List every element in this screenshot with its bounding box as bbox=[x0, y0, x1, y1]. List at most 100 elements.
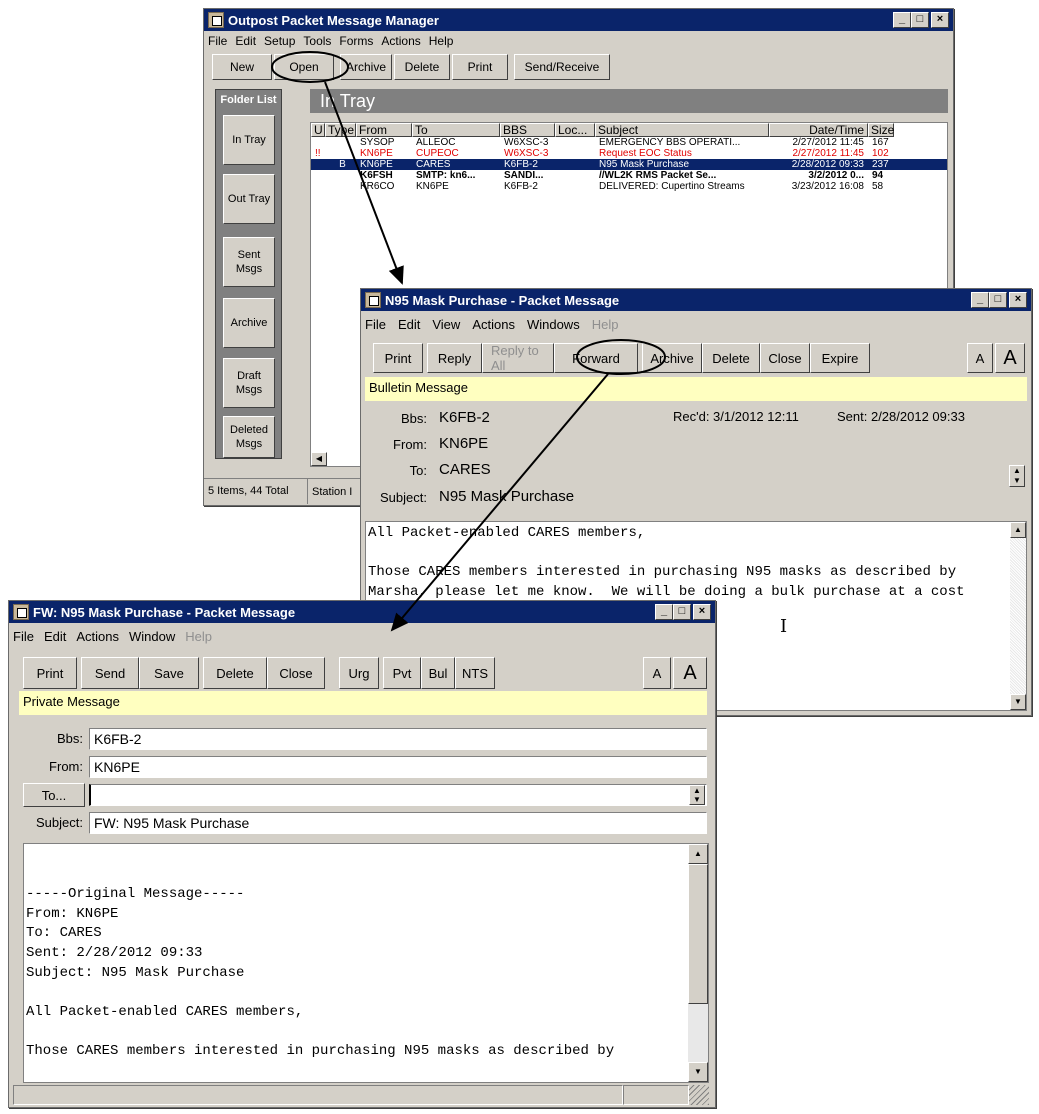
to-field[interactable] bbox=[89, 784, 707, 806]
cell-bbs: K6FB-2 bbox=[504, 159, 538, 170]
scroll-up-icon[interactable]: ▲ bbox=[688, 844, 708, 864]
table-row[interactable]: K6FSH SMTP: kn6... SANDI... //WL2K RMS Pack… bbox=[311, 170, 947, 181]
cell-from: K6FSH bbox=[360, 170, 393, 181]
table-row[interactable]: SYSOP ALLEOC W6XSC-3 EMERGENCY BBS OPERATI.… bbox=[311, 137, 947, 148]
new-button[interactable]: New bbox=[212, 54, 272, 80]
forward-button[interactable]: Forward bbox=[554, 343, 638, 373]
nts-button[interactable]: NTS bbox=[455, 657, 495, 689]
folder-out-tray[interactable]: Out Tray bbox=[223, 174, 275, 224]
scroll-up-icon[interactable]: ▲ bbox=[1010, 522, 1026, 538]
expire-button[interactable]: Expire bbox=[810, 343, 870, 373]
subject-field[interactable]: FW: N95 Mask Purchase bbox=[89, 812, 707, 834]
col-date[interactable]: Date/Time bbox=[769, 123, 868, 137]
reply-to-all-button[interactable]: Reply to All bbox=[482, 343, 554, 373]
menu-help[interactable]: Help bbox=[592, 317, 619, 332]
folder-draft-msgs[interactable]: Draft Msgs bbox=[223, 358, 275, 408]
message-title: N95 Mask Purchase - Packet Message bbox=[385, 292, 620, 308]
col-u[interactable]: U bbox=[311, 123, 325, 137]
minimize-icon[interactable]: _ bbox=[655, 604, 673, 620]
message-title-bar[interactable]: N95 Mask Purchase - Packet Message _ □ × bbox=[361, 289, 1031, 311]
app-icon bbox=[13, 604, 29, 620]
to-button[interactable]: To... bbox=[23, 783, 85, 807]
menu-actions[interactable]: Actions bbox=[472, 317, 515, 332]
archive-button[interactable]: Archive bbox=[340, 54, 392, 80]
urgent-button[interactable]: Urg bbox=[339, 657, 379, 689]
col-loc[interactable]: Loc... bbox=[555, 123, 595, 137]
body-scrollbar[interactable]: ▲ ▼ bbox=[1010, 522, 1026, 710]
reply-button[interactable]: Reply bbox=[427, 343, 482, 373]
menu-file[interactable]: File bbox=[365, 317, 386, 332]
menu-forms[interactable]: Forms bbox=[339, 34, 373, 48]
forward-title-bar[interactable]: FW: N95 Mask Purchase - Packet Message _… bbox=[9, 601, 715, 623]
open-button[interactable]: Open bbox=[274, 54, 334, 80]
folder-sent-msgs[interactable]: Sent Msgs bbox=[223, 237, 275, 287]
hscroll-left[interactable]: ◀ bbox=[311, 452, 327, 466]
menu-windows[interactable]: Windows bbox=[527, 317, 580, 332]
col-subject[interactable]: Subject bbox=[595, 123, 769, 137]
delete-button[interactable]: Delete bbox=[702, 343, 760, 373]
menu-file[interactable]: File bbox=[13, 629, 34, 644]
delete-button[interactable]: Delete bbox=[394, 54, 450, 80]
close-icon[interactable]: × bbox=[693, 604, 711, 620]
print-button[interactable]: Print bbox=[23, 657, 77, 689]
minimize-icon[interactable]: _ bbox=[893, 12, 911, 28]
to-spinner[interactable]: ▲ ▼ bbox=[1009, 465, 1025, 487]
scroll-down-icon[interactable]: ▼ bbox=[1010, 694, 1026, 710]
forward-scrollbar[interactable]: ▲ ▼ bbox=[688, 844, 708, 1082]
table-row[interactable]: B KN6PE CARES K6FB-2 N95 Mask Purchase 2/28/2… bbox=[311, 159, 947, 170]
close-icon[interactable]: × bbox=[1009, 292, 1027, 308]
print-button[interactable]: Print bbox=[452, 54, 508, 80]
save-button[interactable]: Save bbox=[139, 657, 199, 689]
archive-button[interactable]: Archive bbox=[642, 343, 702, 373]
table-row[interactable]: !! KN6PE CUPEOC W6XSC-3 Request EOC Status 2/… bbox=[311, 148, 947, 159]
menu-actions[interactable]: Actions bbox=[76, 629, 119, 644]
col-size[interactable]: Size bbox=[868, 123, 894, 137]
menu-tools[interactable]: Tools bbox=[303, 34, 331, 48]
from-field[interactable]: KN6PE bbox=[89, 756, 707, 778]
scroll-thumb[interactable] bbox=[688, 864, 708, 1004]
menu-edit[interactable]: Edit bbox=[235, 34, 256, 48]
menu-help[interactable]: Help bbox=[429, 34, 454, 48]
send-button[interactable]: Send bbox=[81, 657, 139, 689]
font-smaller-button[interactable]: A bbox=[967, 343, 993, 373]
send-receive-button[interactable]: Send/Receive bbox=[514, 54, 610, 80]
font-larger-button[interactable]: A bbox=[673, 657, 707, 689]
scroll-down-icon[interactable]: ▼ bbox=[688, 1062, 708, 1082]
folder-archive[interactable]: Archive bbox=[223, 298, 275, 348]
menu-file[interactable]: File bbox=[208, 34, 227, 48]
close-button[interactable]: Close bbox=[267, 657, 325, 689]
forward-body[interactable]: -----Original Message----- From: KN6PE T… bbox=[23, 843, 709, 1083]
manager-title-bar[interactable]: Outpost Packet Message Manager _ □ × bbox=[204, 9, 953, 31]
menu-edit[interactable]: Edit bbox=[44, 629, 66, 644]
col-from[interactable]: From bbox=[356, 123, 412, 137]
menu-actions[interactable]: Actions bbox=[381, 34, 420, 48]
private-button[interactable]: Pvt bbox=[383, 657, 421, 689]
folder-deleted-msgs[interactable]: Deleted Msgs bbox=[223, 416, 275, 458]
maximize-icon[interactable]: □ bbox=[911, 12, 929, 28]
maximize-icon[interactable]: □ bbox=[989, 292, 1007, 308]
bbs-field[interactable]: K6FB-2 bbox=[89, 728, 707, 750]
delete-button[interactable]: Delete bbox=[203, 657, 267, 689]
col-type[interactable]: Type bbox=[325, 123, 356, 137]
menu-window[interactable]: Window bbox=[129, 629, 175, 644]
maximize-icon[interactable]: □ bbox=[673, 604, 691, 620]
menu-view[interactable]: View bbox=[432, 317, 460, 332]
menu-edit[interactable]: Edit bbox=[398, 317, 420, 332]
close-icon[interactable]: × bbox=[931, 12, 949, 28]
font-larger-button[interactable]: A bbox=[995, 343, 1025, 373]
col-bbs[interactable]: BBS bbox=[500, 123, 555, 137]
font-smaller-button[interactable]: A bbox=[643, 657, 671, 689]
menu-setup[interactable]: Setup bbox=[264, 34, 295, 48]
col-to[interactable]: To bbox=[412, 123, 500, 137]
table-row[interactable]: KR6CO KN6PE K6FB-2 DELIVERED: Cupertino Str… bbox=[311, 181, 947, 192]
minimize-icon[interactable]: _ bbox=[971, 292, 989, 308]
to-spinner[interactable]: ▲ ▼ bbox=[689, 785, 705, 805]
print-button[interactable]: Print bbox=[373, 343, 423, 373]
bulletin-button[interactable]: Bul bbox=[421, 657, 455, 689]
close-button[interactable]: Close bbox=[760, 343, 810, 373]
folder-in-tray[interactable]: In Tray bbox=[223, 115, 275, 165]
cell-bbs: W6XSC-3 bbox=[504, 148, 549, 159]
resize-grip-icon[interactable] bbox=[689, 1085, 709, 1105]
cell-type bbox=[325, 148, 356, 159]
menu-help[interactable]: Help bbox=[185, 629, 212, 644]
